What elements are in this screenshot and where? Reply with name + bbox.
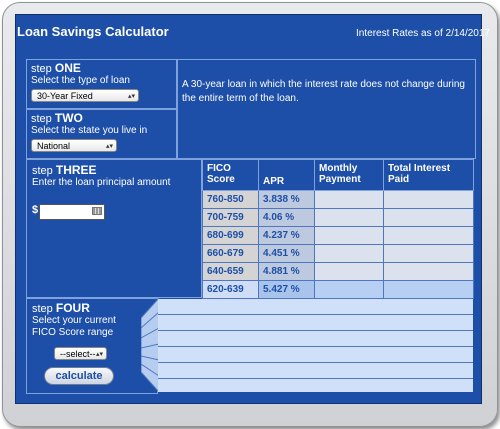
table-row[interactable]: 680-699 4.237 % (202, 226, 474, 245)
header-total-interest: Total Interest Paid (383, 159, 474, 191)
fico-range-cell: 680-699 (202, 226, 259, 245)
header-fico-score: FICO Score (202, 159, 259, 191)
results-area (158, 299, 473, 392)
select-arrows-icon: ▴▾ (127, 93, 135, 100)
result-row (158, 347, 473, 363)
step-three-heading: step THREE (32, 163, 97, 177)
step-two-box: step TWO Select the state you live in Na… (26, 109, 177, 159)
total-interest-cell (383, 190, 474, 209)
total-interest-cell (383, 226, 474, 245)
fico-range-cell: 760-850 (202, 190, 259, 209)
result-row (158, 299, 473, 315)
monthly-payment-cell (314, 244, 384, 263)
monthly-payment-cell (314, 190, 384, 209)
fico-rate-table: FICO Score APR Monthly Payment Total Int… (202, 159, 474, 299)
select-arrows-icon: ▴▾ (95, 351, 103, 358)
total-interest-cell (383, 244, 474, 263)
monthly-payment-cell (314, 262, 384, 281)
monthly-payment-cell (314, 280, 384, 299)
loan-description-box: A 30-year loan in which the interest rat… (177, 59, 476, 159)
loan-amount-input[interactable] (39, 204, 105, 220)
header-apr: APR (258, 159, 315, 191)
total-interest-cell (383, 208, 474, 227)
fico-range-cell: 640-659 (202, 262, 259, 281)
step-one-description: Select the type of loan (31, 75, 130, 86)
result-row (158, 363, 473, 379)
step-three-description: Enter the loan principal amount (32, 177, 171, 188)
step-one-box: step ONE Select the type of loan 30-Year… (26, 59, 177, 109)
fico-range-select[interactable]: --select-- ▴▾ (54, 347, 107, 360)
step-four-box: step FOUR Select your current FICO Score… (26, 298, 158, 394)
total-interest-cell (383, 262, 474, 281)
monthly-payment-cell (314, 226, 384, 245)
rates-date: Interest Rates as of 2/14/2017 (356, 28, 490, 39)
result-row (158, 379, 473, 392)
fico-range-cell: 620-639 (202, 280, 259, 299)
step-three-box: step THREE Enter the loan principal amou… (26, 159, 202, 298)
fico-range-cell: 660-679 (202, 244, 259, 263)
calculator-title: Loan Savings Calculator (17, 24, 169, 39)
table-row[interactable]: 760-850 3.838 % (202, 190, 474, 209)
loan-type-select[interactable]: 30-Year Fixed ▴▾ (31, 89, 139, 102)
calculate-button[interactable]: calculate (44, 367, 114, 385)
apr-cell: 3.838 % (258, 190, 315, 209)
table-row[interactable]: 700-759 4.06 % (202, 208, 474, 227)
step-four-description-1: Select your current (32, 315, 116, 326)
apr-cell: 4.451 % (258, 244, 315, 263)
table-header-row: FICO Score APR Monthly Payment Total Int… (202, 159, 474, 191)
apr-cell: 5.427 % (258, 280, 315, 299)
apr-cell: 4.881 % (258, 262, 315, 281)
apr-cell: 4.06 % (258, 208, 315, 227)
currency-symbol: $ (32, 204, 39, 216)
step-four-heading: step FOUR (32, 301, 90, 315)
step-four-description-2: FICO Score range (32, 327, 114, 338)
result-row (158, 315, 473, 331)
monthly-payment-cell (314, 208, 384, 227)
header-monthly-payment: Monthly Payment (314, 159, 384, 191)
state-select[interactable]: National ▴▾ (31, 139, 117, 152)
fico-range-cell: 700-759 (202, 208, 259, 227)
total-interest-cell (383, 280, 474, 299)
table-row[interactable]: 640-659 4.881 % (202, 262, 474, 281)
step-two-heading: step TWO (31, 111, 83, 125)
select-arrows-icon: ▴▾ (105, 143, 113, 150)
loan-description: A 30-year loan in which the interest rat… (182, 79, 465, 104)
result-row (158, 331, 473, 347)
step-two-description: Select the state you live in (31, 125, 148, 136)
table-row-highlighted[interactable]: 620-639 5.427 % (202, 280, 474, 299)
table-row[interactable]: 660-679 4.451 % (202, 244, 474, 263)
apr-cell: 4.237 % (258, 226, 315, 245)
step-one-heading: step ONE (31, 61, 81, 75)
calculator-icon[interactable] (92, 207, 102, 215)
